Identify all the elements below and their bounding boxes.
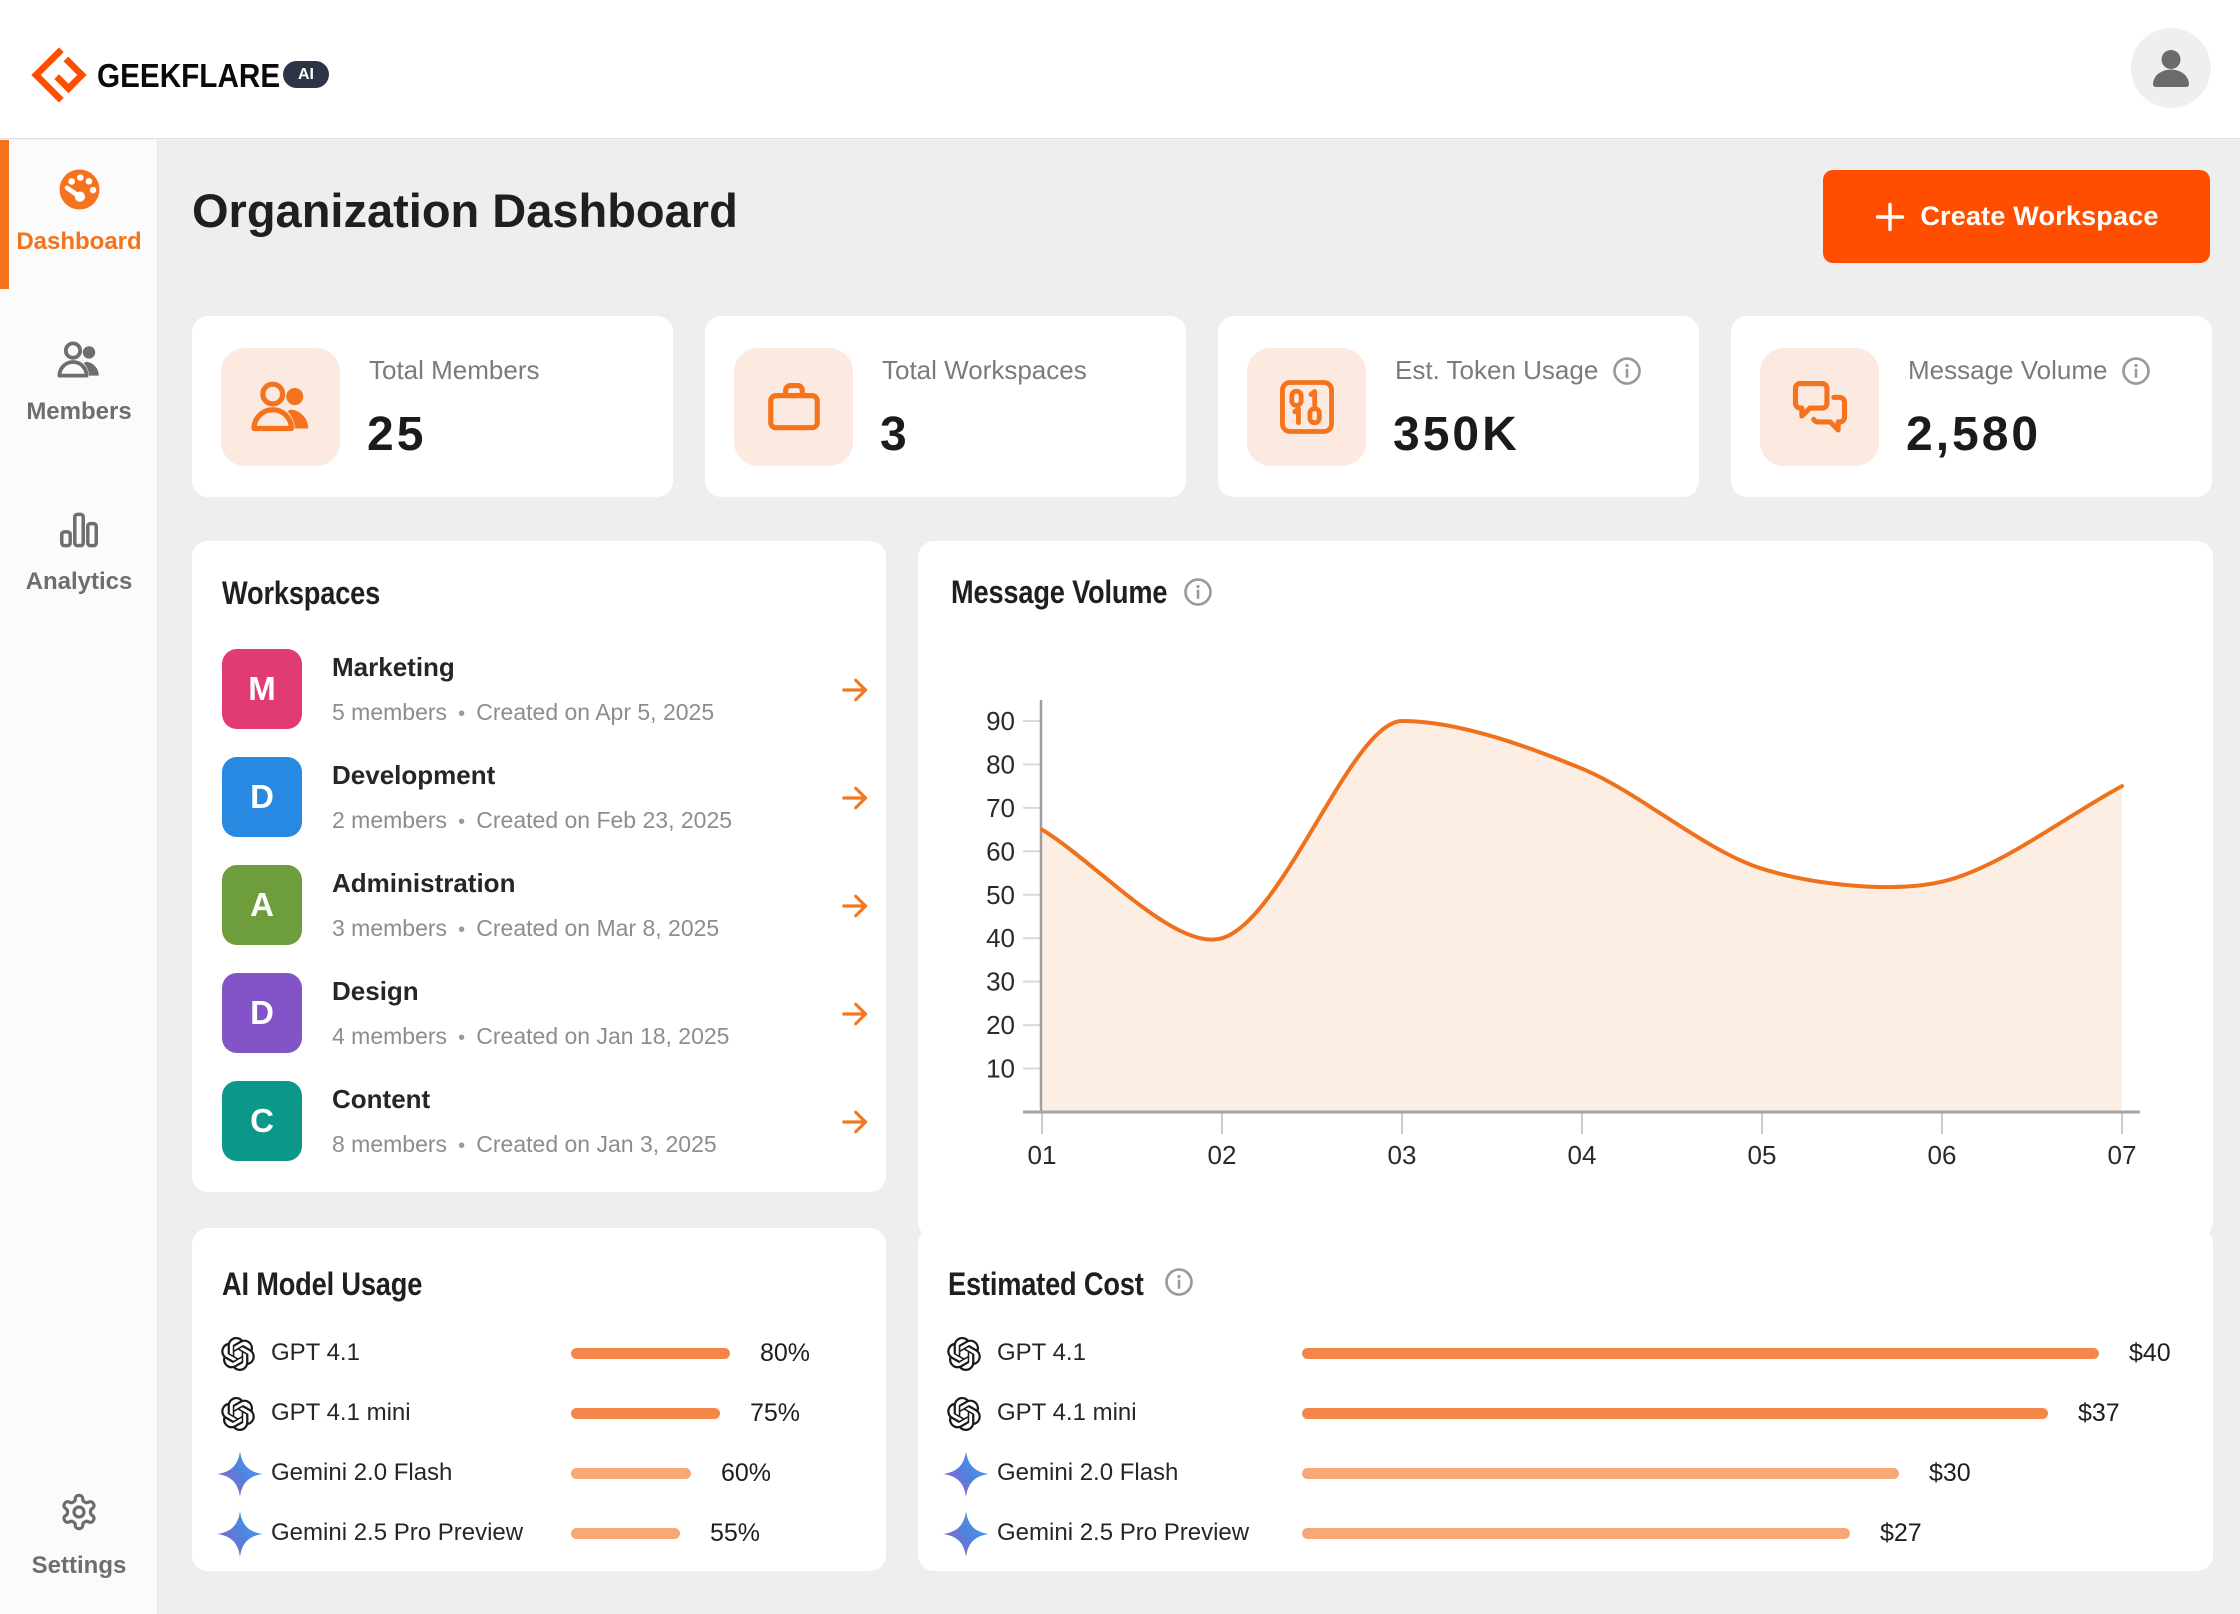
svg-text:70: 70 xyxy=(986,793,1015,823)
svg-text:30: 30 xyxy=(986,967,1015,997)
svg-text:60: 60 xyxy=(986,836,1015,866)
svg-text:02: 02 xyxy=(1208,1140,1237,1170)
svg-text:01: 01 xyxy=(1028,1140,1057,1170)
svg-text:07: 07 xyxy=(2108,1140,2137,1170)
svg-text:40: 40 xyxy=(986,923,1015,953)
svg-text:80: 80 xyxy=(986,749,1015,779)
svg-text:20: 20 xyxy=(986,1010,1015,1040)
svg-text:03: 03 xyxy=(1388,1140,1417,1170)
svg-text:10: 10 xyxy=(986,1054,1015,1084)
svg-text:90: 90 xyxy=(986,706,1015,736)
svg-text:50: 50 xyxy=(986,880,1015,910)
svg-text:04: 04 xyxy=(1568,1140,1597,1170)
svg-text:06: 06 xyxy=(1928,1140,1957,1170)
svg-text:05: 05 xyxy=(1748,1140,1777,1170)
